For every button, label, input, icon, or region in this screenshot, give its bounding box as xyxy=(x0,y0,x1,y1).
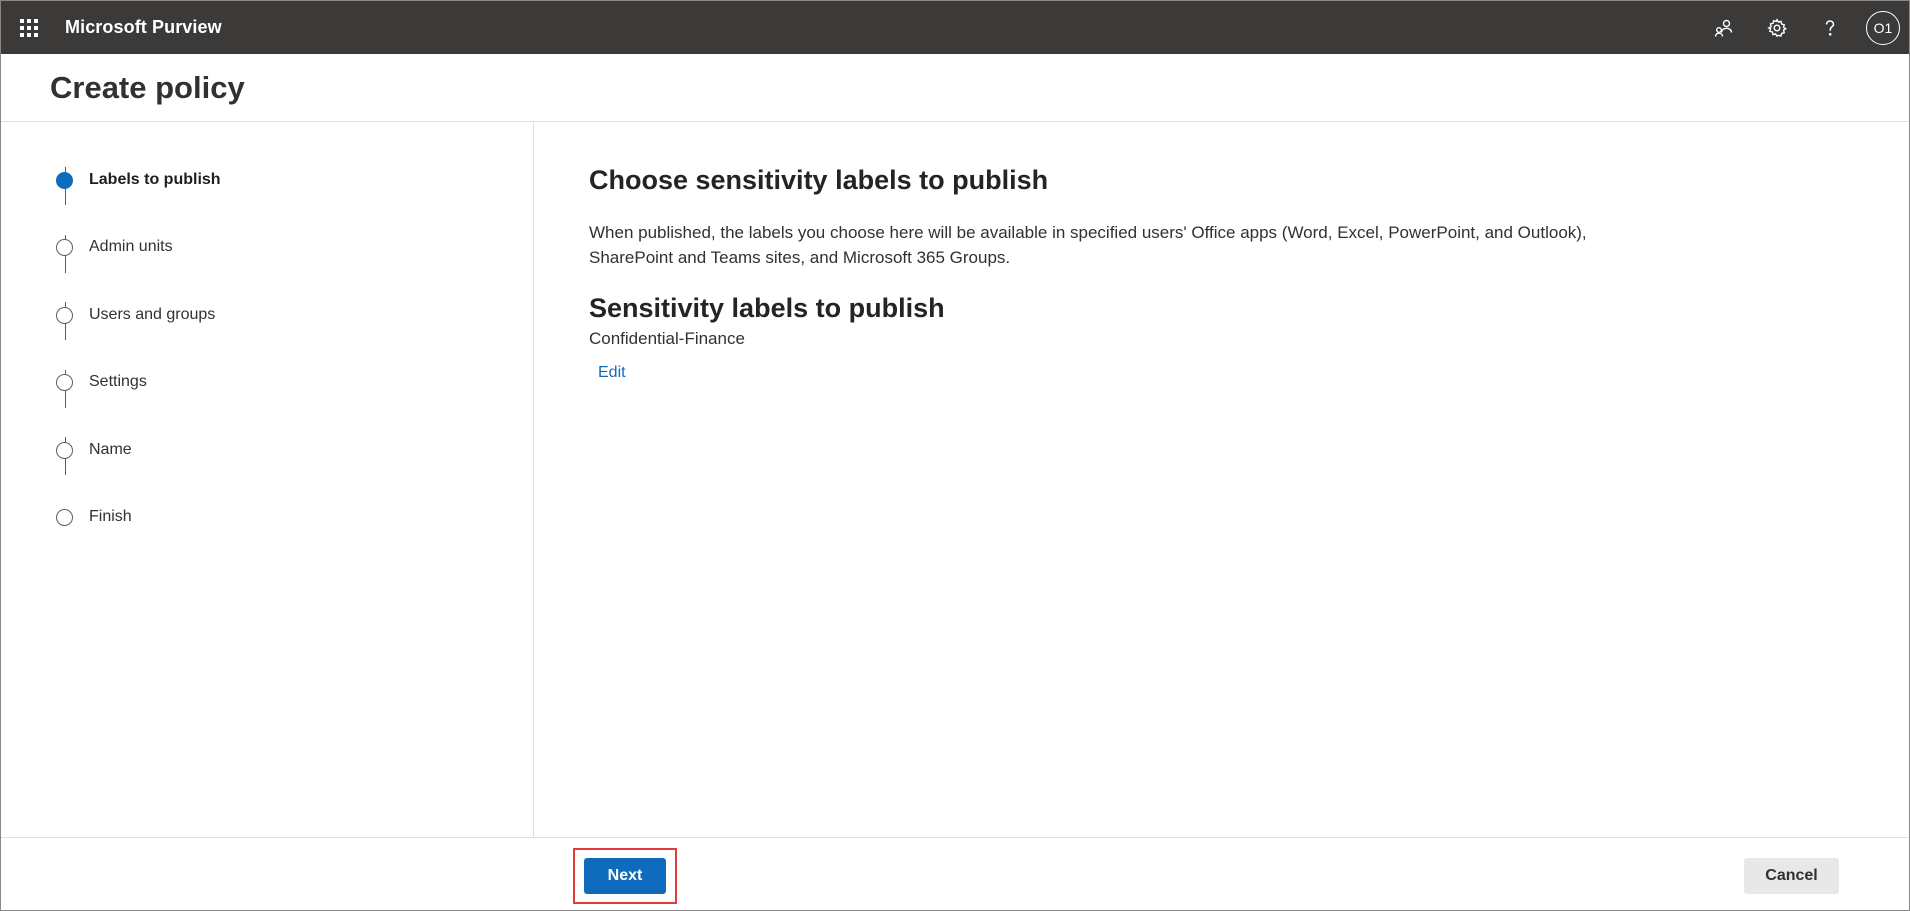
section-description: When published, the labels you choose he… xyxy=(589,223,1587,267)
step-indicator xyxy=(56,508,73,526)
wizard-steps-panel: Labels to publish Admin units Users and … xyxy=(1,122,534,837)
step-labels-to-publish[interactable]: Labels to publish xyxy=(56,169,221,191)
step-indicator xyxy=(56,373,73,391)
next-button[interactable]: Next xyxy=(584,858,666,894)
step-label: Users and groups xyxy=(89,306,216,323)
main-content: Choose sensitivity labels to publish Whe… xyxy=(589,122,1889,837)
step-admin-units[interactable]: Admin units xyxy=(56,236,173,258)
avatar[interactable]: O1 xyxy=(1866,10,1900,45)
step-name[interactable]: Name xyxy=(56,439,132,461)
page-header: Create policy xyxy=(1,54,1909,122)
cancel-button[interactable]: Cancel xyxy=(1744,858,1839,894)
section-heading: Choose sensitivity labels to publish xyxy=(589,165,1049,195)
step-label: Admin units xyxy=(89,238,173,255)
labels-subheading: Sensitivity labels to publish xyxy=(589,293,945,323)
step-label: Name xyxy=(89,441,132,458)
top-bar: Microsoft Purview O1 xyxy=(1,1,1909,54)
page-title: Create policy xyxy=(50,70,245,105)
edit-labels-link[interactable]: Edit xyxy=(598,364,626,382)
waffle-icon[interactable] xyxy=(20,18,38,37)
step-indicator xyxy=(56,306,73,324)
step-users-and-groups[interactable]: Users and groups xyxy=(56,304,215,326)
people-share-icon[interactable] xyxy=(1697,1,1750,54)
help-icon[interactable] xyxy=(1803,1,1856,54)
step-indicator xyxy=(56,238,73,256)
app-title[interactable]: Microsoft Purview xyxy=(65,17,222,38)
step-indicator-active xyxy=(56,171,73,189)
wizard-footer: Next Cancel xyxy=(1,837,1909,910)
gear-icon[interactable] xyxy=(1750,1,1803,54)
selected-label-value: Confidential-Finance xyxy=(589,329,745,348)
step-label: Settings xyxy=(89,373,147,390)
step-settings[interactable]: Settings xyxy=(56,371,147,393)
step-indicator xyxy=(56,441,73,459)
top-bar-actions: O1 xyxy=(1697,1,1909,54)
step-label: Finish xyxy=(89,508,132,525)
step-label: Labels to publish xyxy=(89,171,221,188)
step-finish[interactable]: Finish xyxy=(56,506,132,528)
